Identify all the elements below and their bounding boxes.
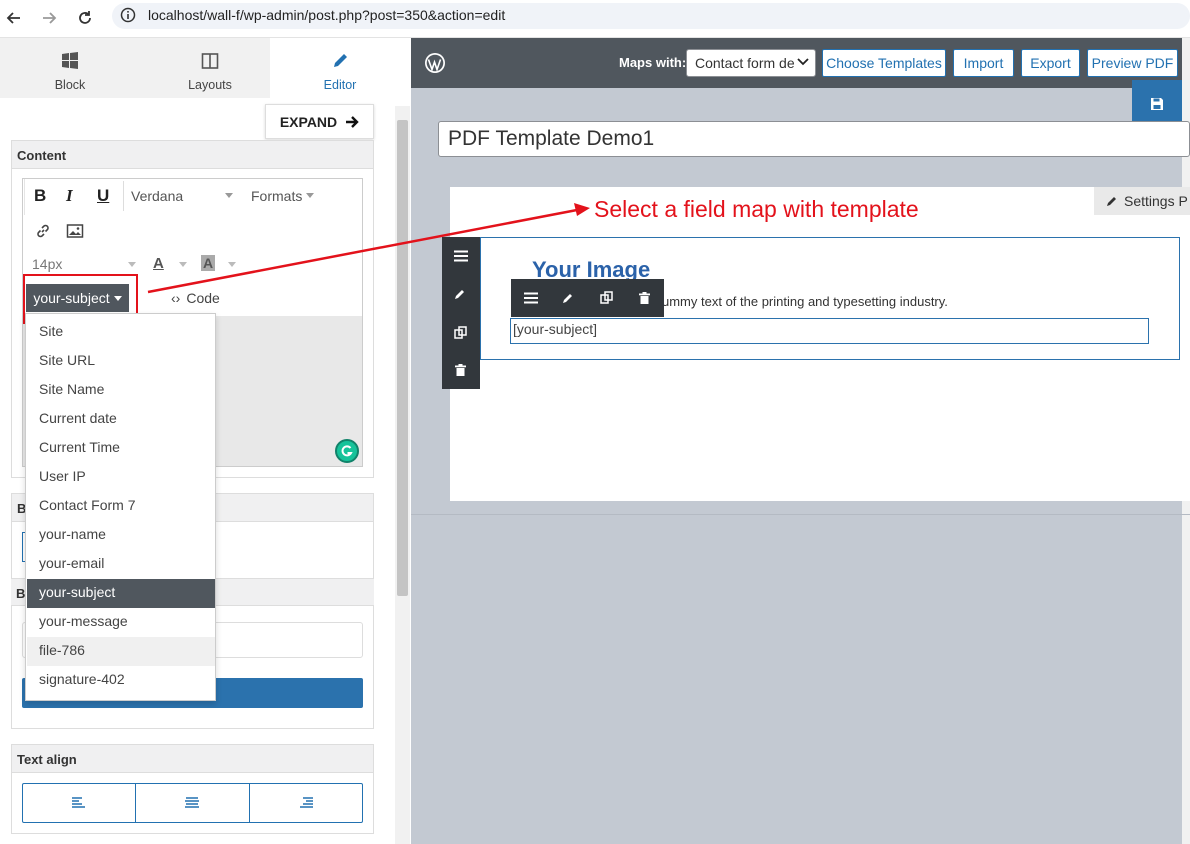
annotation-arrow <box>147 203 590 294</box>
annotation-text: Select a field map with template <box>594 196 919 222</box>
